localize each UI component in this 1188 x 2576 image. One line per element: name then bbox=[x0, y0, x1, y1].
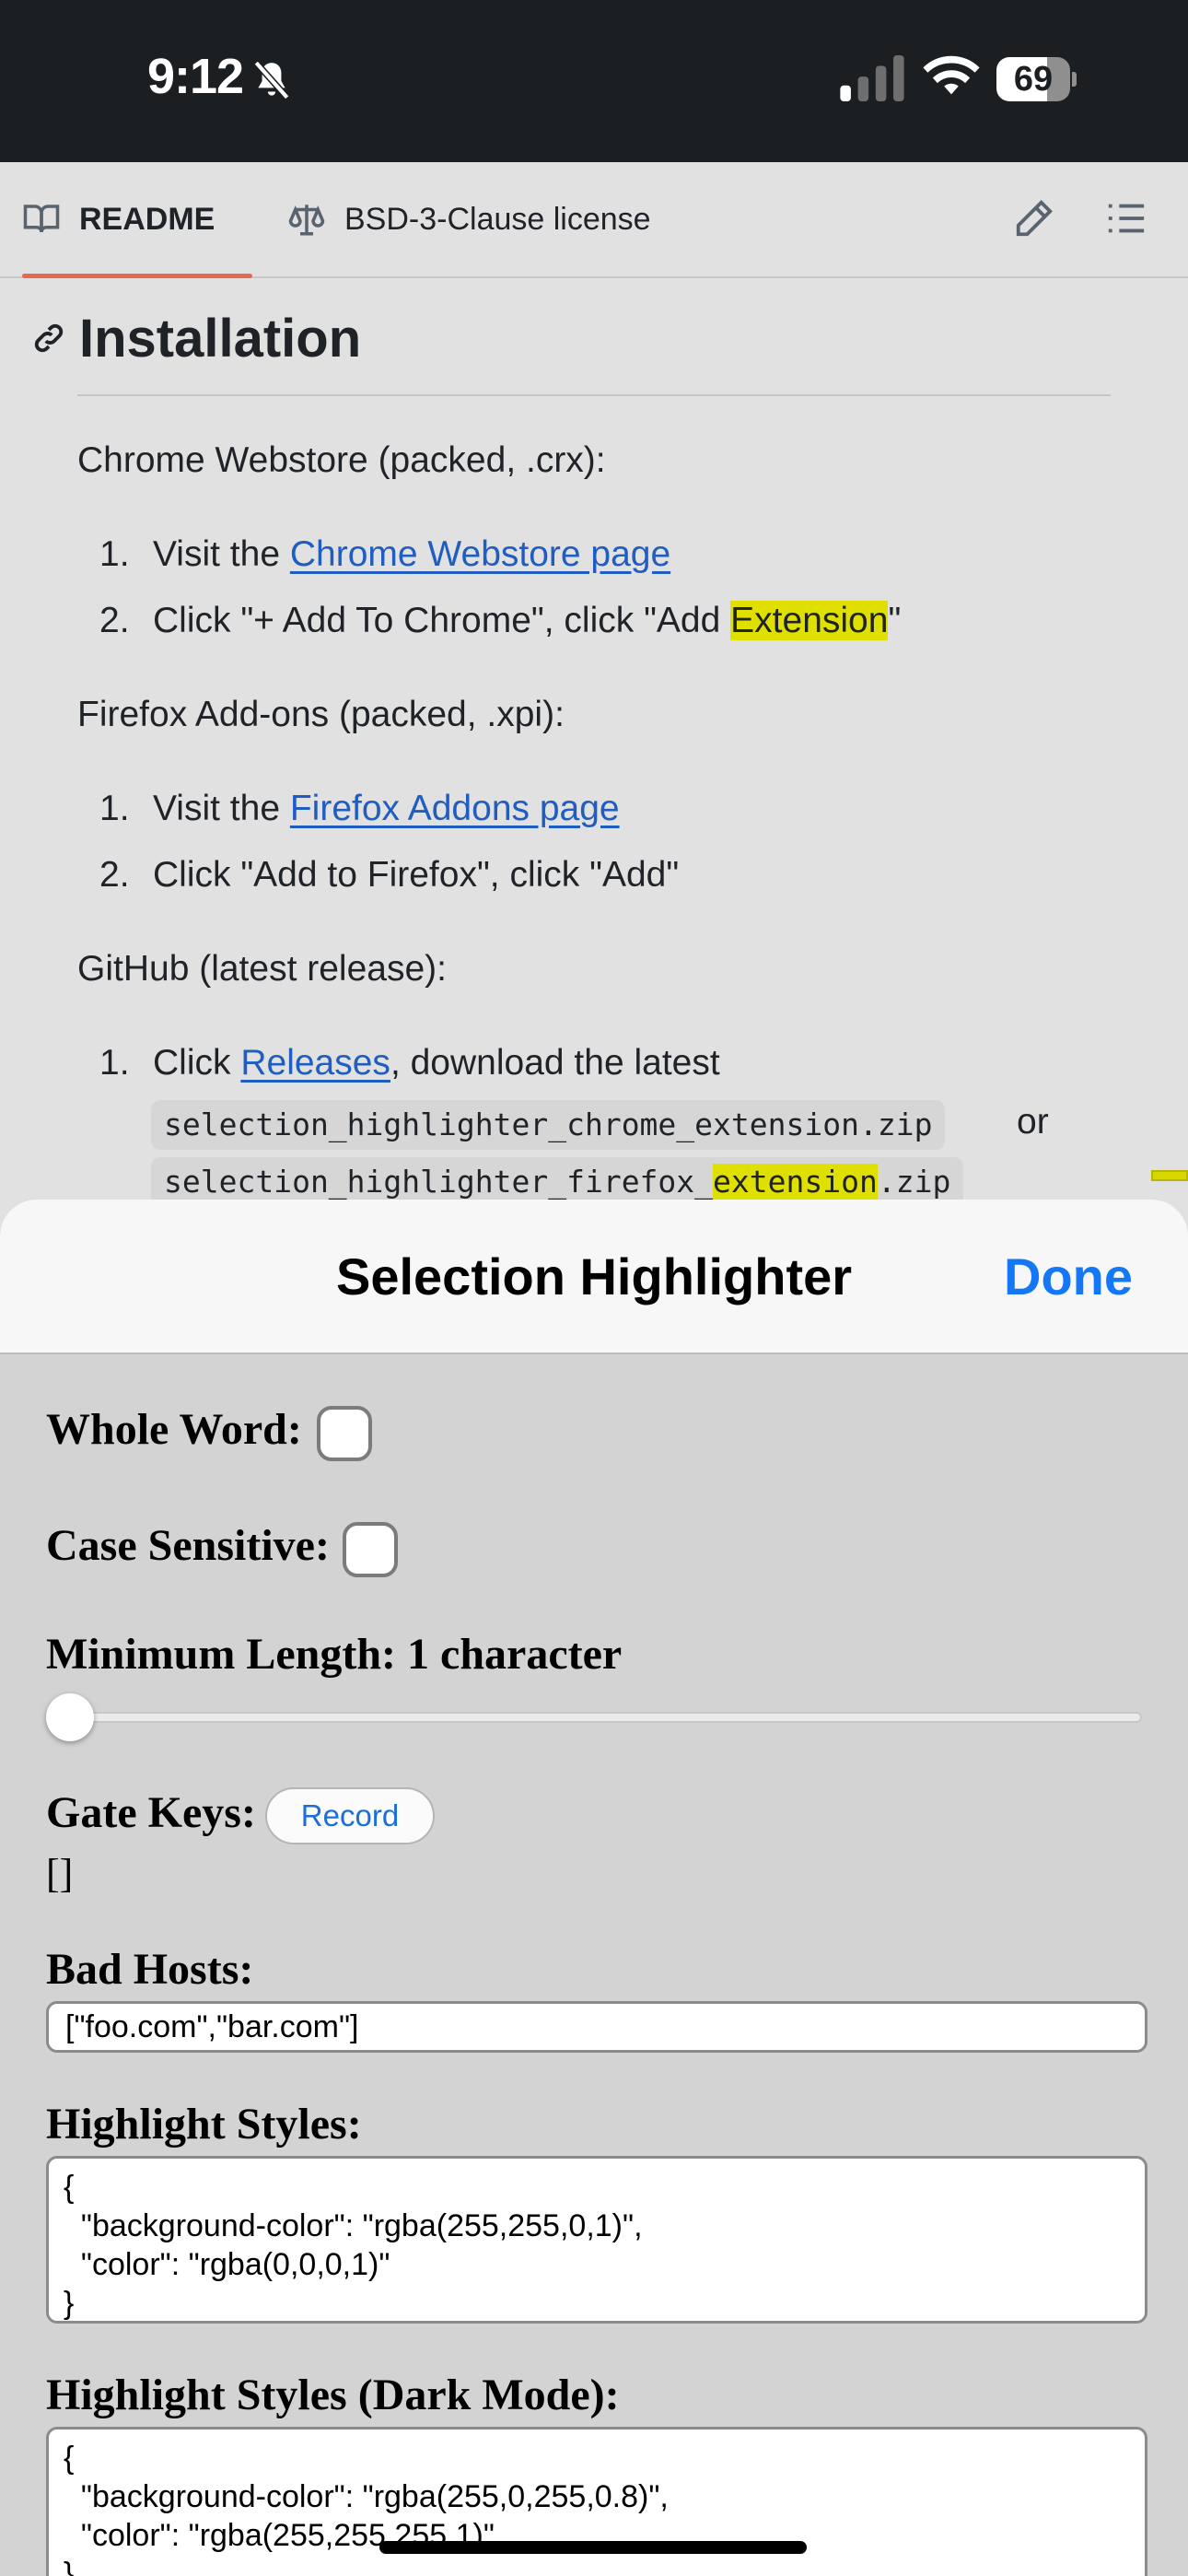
bell-slash-icon bbox=[253, 60, 290, 100]
github-readme-page[interactable]: README BSD-3-Clause license Installation… bbox=[0, 162, 1188, 1231]
book-icon bbox=[23, 205, 60, 233]
home-indicator bbox=[379, 2541, 807, 2554]
highlight-scroll-marker bbox=[1151, 1170, 1188, 1181]
chrome-webstore-link[interactable]: Chrome Webstore page bbox=[290, 534, 670, 574]
firefox-intro: Firefox Add-ons (packed, .xpi): bbox=[77, 695, 565, 734]
gate-keys-value: [] bbox=[46, 1851, 74, 1896]
status-time: 9:12 bbox=[147, 49, 244, 104]
battery-icon: 69 bbox=[996, 57, 1077, 101]
screen: 9:12 69 README BSD-3-Clause license Inst… bbox=[0, 0, 1188, 2576]
list-icon[interactable] bbox=[1105, 197, 1147, 240]
link-icon[interactable] bbox=[31, 321, 66, 356]
tab-license-label: BSD-3-Clause license bbox=[344, 201, 651, 237]
readme-tabbar: README BSD-3-Clause license bbox=[0, 162, 1188, 278]
done-button[interactable]: Done bbox=[1004, 1200, 1133, 1354]
dark-styles-label: Highlight Styles (Dark Mode): bbox=[46, 2371, 620, 2419]
or-text: or bbox=[1017, 1102, 1049, 1142]
code-chrome-zip: selection_highlighter_chrome_extension.z… bbox=[151, 1100, 946, 1150]
github-intro: GitHub (latest release): bbox=[77, 949, 447, 989]
tab-readme-label: README bbox=[79, 201, 215, 237]
signal-icon bbox=[840, 55, 904, 101]
whole-word-checkbox[interactable] bbox=[317, 1406, 372, 1461]
list-item: 1. Visit the Firefox Addons page bbox=[99, 789, 620, 828]
highlight-styles-label: Highlight Styles: bbox=[46, 2100, 362, 2149]
sheet-header: Selection Highlighter Done bbox=[0, 1200, 1188, 1354]
gate-keys-label: Gate Keys: bbox=[46, 1788, 256, 1837]
tab-readme[interactable]: README bbox=[22, 162, 252, 278]
pencil-icon[interactable] bbox=[1013, 197, 1055, 240]
min-length-label: Minimum Length: 1 character bbox=[46, 1630, 623, 1679]
scale-icon bbox=[288, 205, 325, 236]
chrome-intro: Chrome Webstore (packed, .crx): bbox=[77, 440, 606, 480]
list-item: 1. Click Releases, download the latest bbox=[99, 1043, 720, 1083]
case-sensitive-checkbox[interactable] bbox=[343, 1522, 398, 1577]
list-item: 2. Click "+ Add To Chrome", click "Add Ex… bbox=[99, 601, 902, 640]
highlighted-word: Extension bbox=[730, 601, 889, 640]
firefox-addons-link[interactable]: Firefox Addons page bbox=[290, 789, 620, 828]
whole-word-label: Whole Word: bbox=[46, 1405, 302, 1454]
list-item: 2. Click "Add to Firefox", click "Add" bbox=[99, 855, 680, 895]
installation-heading: Installation bbox=[31, 300, 1109, 376]
highlighted-word: extension bbox=[713, 1164, 878, 1200]
list-item: 1. Visit the Chrome Webstore page bbox=[99, 534, 671, 574]
status-bar: 9:12 69 bbox=[0, 0, 1188, 162]
releases-link[interactable]: Releases bbox=[240, 1043, 390, 1083]
min-length-slider-thumb[interactable] bbox=[46, 1693, 94, 1741]
heading-divider bbox=[77, 394, 1111, 396]
bad-hosts-input[interactable]: ["foo.com","bar.com"] bbox=[46, 2001, 1147, 2053]
highlight-styles-textarea[interactable]: { "background-color": "rgba(255,255,0,1)… bbox=[46, 2156, 1147, 2324]
bad-hosts-label: Bad Hosts: bbox=[46, 1945, 254, 1994]
battery-percent: 69 bbox=[1013, 60, 1054, 99]
page-title: Installation bbox=[79, 308, 362, 369]
record-button[interactable]: Record bbox=[265, 1787, 435, 1844]
case-sensitive-label: Case Sensitive: bbox=[46, 1521, 330, 1570]
min-length-slider[interactable] bbox=[46, 1712, 1142, 1723]
tab-license[interactable]: BSD-3-Clause license bbox=[287, 162, 651, 276]
wifi-icon bbox=[923, 55, 980, 95]
